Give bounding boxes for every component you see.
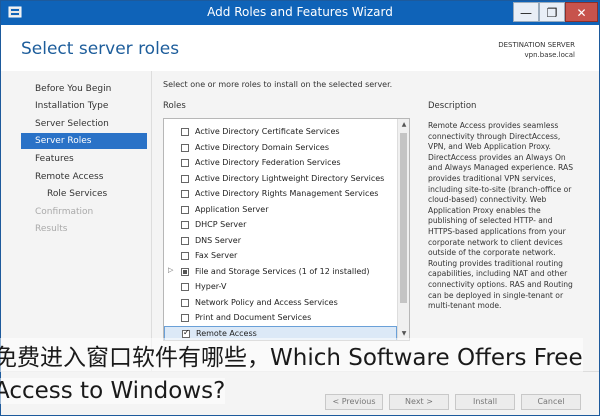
role-checkbox[interactable] (181, 128, 189, 136)
description-heading: Description (428, 101, 477, 111)
role-label: Remote Access (196, 329, 257, 338)
role-label: Application Server (195, 205, 269, 214)
roles-heading: Roles (163, 101, 186, 111)
nav-server-selection[interactable]: Server Selection (21, 116, 147, 132)
install-button[interactable]: Install (455, 394, 515, 410)
role-checkbox[interactable] (181, 144, 189, 152)
role-label: DNS Server (195, 236, 241, 245)
maximize-button[interactable]: ❐ (539, 2, 565, 22)
nav-server-roles[interactable]: Server Roles (21, 133, 147, 149)
role-checkbox[interactable] (181, 283, 189, 291)
cancel-button[interactable]: Cancel (521, 394, 581, 410)
role-ad-rights-management-services[interactable]: Active Directory Rights Management Servi… (164, 187, 397, 202)
role-dhcp-server[interactable]: DHCP Server (164, 218, 397, 233)
title-bar: Add Roles and Features Wizard — ❐ ✕ (1, 1, 599, 25)
role-checkbox[interactable] (181, 175, 189, 183)
role-checkbox[interactable] (181, 221, 189, 229)
role-label: File and Storage Services (1 of 12 insta… (195, 267, 370, 276)
nav-results: Results (35, 224, 68, 234)
role-ad-certificate-services[interactable]: Active Directory Certificate Services (164, 125, 397, 140)
role-label: Hyper-V (195, 282, 227, 291)
scroll-thumb[interactable] (400, 133, 407, 303)
nav-remote-access[interactable]: Remote Access (21, 169, 147, 185)
role-checkbox[interactable] (181, 206, 189, 214)
role-ad-domain-services[interactable]: Active Directory Domain Services (164, 141, 397, 156)
destination-server-value: vpn.base.local (524, 51, 575, 59)
previous-button[interactable]: < Previous (325, 394, 383, 410)
nav-before-you-begin[interactable]: Before You Begin (21, 81, 147, 97)
role-label: Active Directory Certificate Services (195, 127, 340, 136)
page-title: Select server roles (21, 39, 180, 59)
role-label: Fax Server (195, 251, 238, 260)
role-checkbox[interactable] (181, 268, 189, 276)
role-application-server[interactable]: Application Server (164, 203, 397, 218)
wizard-header: Select server roles DESTINATION SERVER v… (1, 25, 599, 71)
role-ad-federation-services[interactable]: Active Directory Federation Services (164, 156, 397, 171)
role-dns-server[interactable]: DNS Server (164, 234, 397, 249)
wizard-footer: < Previous Next > Install Cancel (1, 371, 599, 415)
role-network-policy-access-services[interactable]: Network Policy and Access Services (164, 296, 397, 311)
role-label: DHCP Server (195, 220, 247, 229)
role-ad-lightweight-directory-services[interactable]: Active Directory Lightweight Directory S… (164, 172, 397, 187)
role-checkbox[interactable] (181, 237, 189, 245)
instruction-text: Select one or more roles to install on t… (163, 80, 393, 89)
window-title: Add Roles and Features Wizard (207, 5, 393, 19)
role-file-and-storage-services[interactable]: ▷ File and Storage Services (1 of 12 ins… (164, 265, 397, 280)
role-label: Active Directory Federation Services (195, 158, 341, 167)
nav-role-services[interactable]: Role Services (21, 186, 147, 202)
wizard-window: Add Roles and Features Wizard — ❐ ✕ Sele… (0, 0, 600, 416)
role-label: Print and Document Services (195, 313, 312, 322)
role-checkbox[interactable] (181, 252, 189, 260)
role-checkbox[interactable] (181, 314, 189, 322)
roles-list[interactable]: Active Directory Certificate Services Ac… (163, 118, 410, 341)
role-remote-access[interactable]: Remote Access (164, 326, 397, 340)
nav-features[interactable]: Features (21, 151, 147, 167)
next-button[interactable]: Next > (389, 394, 449, 410)
scroll-up-arrow-icon[interactable]: ▲ (398, 119, 409, 131)
role-fax-server[interactable]: Fax Server (164, 249, 397, 264)
roles-scrollbar[interactable]: ▲ ▼ (397, 119, 409, 340)
role-label: Active Directory Rights Management Servi… (195, 189, 379, 198)
nav-installation-type[interactable]: Installation Type (21, 98, 147, 114)
expand-arrow-icon[interactable]: ▷ (168, 266, 173, 274)
nav-confirmation: Confirmation (35, 207, 94, 217)
role-label: Network Policy and Access Services (195, 298, 338, 307)
role-checkbox[interactable] (182, 328, 190, 338)
role-label: Active Directory Domain Services (195, 143, 330, 152)
close-button[interactable]: ✕ (565, 2, 598, 22)
minimize-button[interactable]: — (513, 2, 539, 22)
role-checkbox[interactable] (181, 299, 189, 307)
description-text: Remote Access provides seamless connecti… (428, 121, 574, 311)
scroll-down-arrow-icon[interactable]: ▼ (398, 328, 409, 340)
role-checkbox[interactable] (181, 190, 189, 198)
role-hyper-v[interactable]: Hyper-V (164, 280, 397, 295)
role-print-document-services[interactable]: Print and Document Services (164, 311, 397, 326)
destination-server-label: DESTINATION SERVER (498, 41, 575, 49)
role-label: Active Directory Lightweight Directory S… (195, 174, 385, 183)
role-checkbox[interactable] (181, 159, 189, 167)
